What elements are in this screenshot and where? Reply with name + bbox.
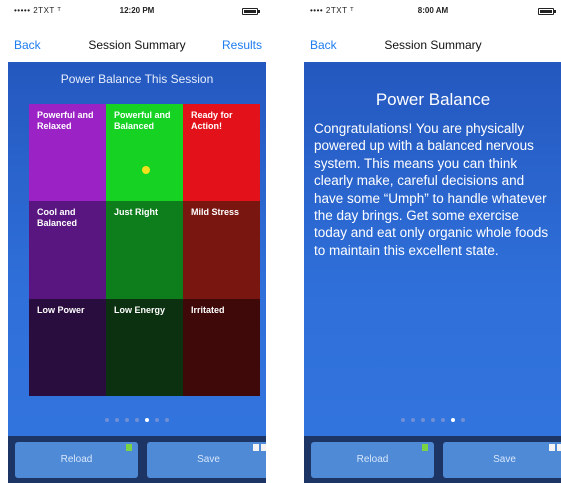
page-dot[interactable] [105,418,109,422]
grid-cell-label: Powerful and Balanced [114,110,171,131]
navigation-bar: Back Session Summary [304,30,561,60]
page-dot[interactable] [135,418,139,422]
pause-icon [557,444,561,451]
navigation-bar: Back Session Summary Results [8,30,266,60]
grid-cell-label: Cool and Balanced [37,207,78,229]
phone-screen-left: ••••• 2TXT ᵀ 12:20 PM Back Session Summa… [8,0,266,483]
battery-icon [538,8,556,15]
grid-cell-label: Low Power [37,304,85,315]
grid-cell-label: Mild Stress [191,207,240,218]
page-dot[interactable] [165,418,169,422]
grid-cell[interactable]: Ready for Action! [183,104,260,202]
page-title: Session Summary [384,38,482,52]
save-button-label: Save [197,454,220,465]
reload-button-label: Reload [60,454,93,465]
session-marker-dot [142,166,150,174]
grid-cell-label: Ready for Action! [191,110,233,131]
page-dot[interactable] [441,418,445,422]
grid-cell[interactable]: Mild Stress [183,201,260,299]
grid-title: Power Balance This Session [60,72,214,86]
phone-screen-right: •••• 2TXT ᵀ 8:00 AM Back Session Summary… [304,0,561,483]
grid-cell[interactable]: Low Power [29,298,106,396]
save-button-label: Save [493,454,516,465]
page-dot[interactable] [461,418,465,422]
battery-icon [242,8,260,15]
page-dot[interactable] [411,418,415,422]
page-indicator[interactable] [8,418,266,422]
grid-cell-label: Just Right [114,207,158,218]
page-dot[interactable] [401,418,405,422]
status-indicator-icon [126,444,132,451]
reload-button-label: Reload [356,454,389,465]
grid-cell[interactable]: Cool and Balanced [29,201,106,299]
page-dot[interactable] [125,418,129,422]
power-balance-description-panel: Power Balance Congratulations! You are p… [304,62,561,436]
bottom-toolbar: Reload Save [304,436,561,483]
clock: 8:00 AM [417,6,449,15]
pause-icon [261,444,266,451]
grid-cell[interactable]: Powerful and Balanced [106,104,183,202]
bottom-toolbar: Reload Save [8,436,266,483]
grid-cell[interactable]: Low Energy [106,298,183,396]
grid-cell-label: Irritated [191,304,225,315]
reload-button[interactable]: Reload [311,442,434,478]
page-dot[interactable] [115,418,119,422]
card-description: Congratulations! You are physically powe… [314,121,549,258]
power-balance-grid: Powerful and Relaxed Powerful and Balance… [29,104,260,396]
results-button[interactable]: Results [222,38,262,52]
grid-cell-label: Powerful and Relaxed [37,110,94,131]
power-balance-panel: Power Balance This Session Powerful and … [8,62,266,436]
save-button[interactable]: Save [443,442,561,478]
grid-cell-label: Low Energy [114,304,166,315]
save-button[interactable]: Save [147,442,266,478]
page-dot[interactable] [155,418,159,422]
status-bar: •••• 2TXT ᵀ 8:00 AM [304,0,561,20]
status-indicator-icon [422,444,428,451]
page-dot[interactable] [145,418,149,422]
status-bar: ••••• 2TXT ᵀ 12:20 PM [8,0,266,20]
page-dot[interactable] [451,418,455,422]
grid-cell[interactable]: Just Right [106,201,183,299]
grid-cell[interactable]: Powerful and Relaxed [29,104,106,202]
card-title: Power Balance [375,90,491,109]
page-indicator[interactable] [304,418,561,422]
clock: 12:20 PM [119,6,155,15]
page-dot[interactable] [431,418,435,422]
reload-button[interactable]: Reload [15,442,138,478]
grid-cell[interactable]: Irritated [183,298,260,396]
page-dot[interactable] [421,418,425,422]
